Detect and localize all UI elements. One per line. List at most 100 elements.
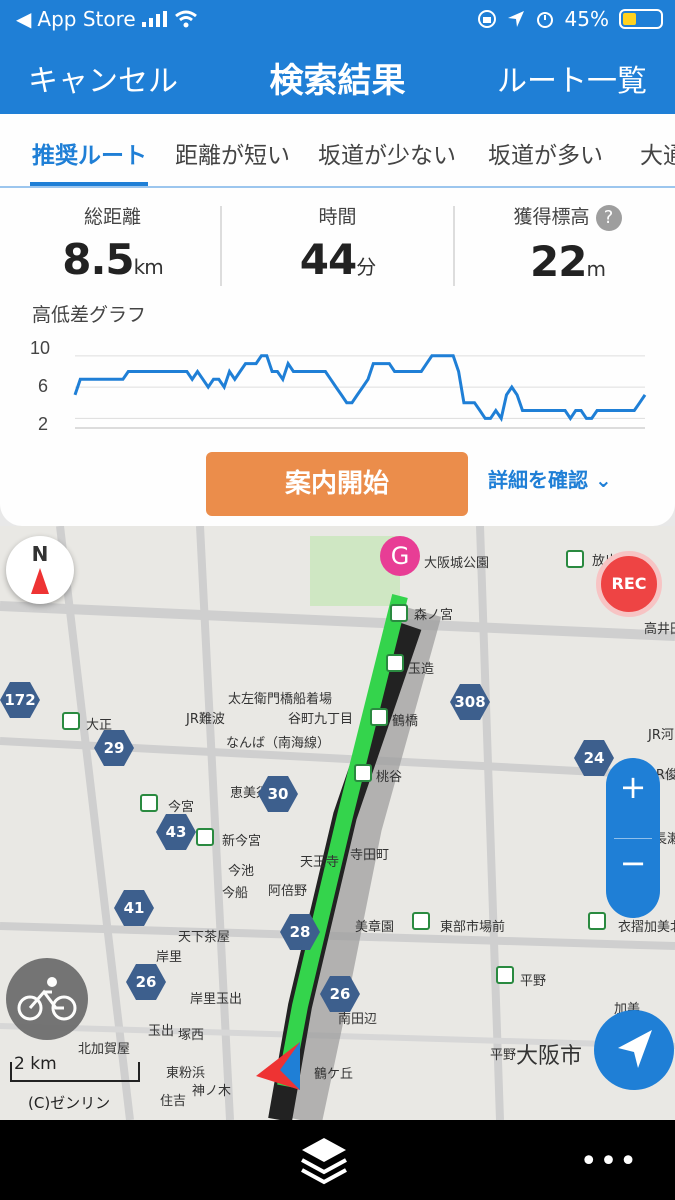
map-label: 玉造: [408, 662, 435, 677]
signal-icon: [141, 11, 167, 27]
battery-icon: [619, 9, 663, 29]
rec-button[interactable]: REC: [596, 551, 662, 617]
location-icon: [507, 11, 524, 27]
route-tabs: 推奨ルート 距離が短い 坂道が少ない 坂道が多い 大通: [0, 114, 675, 188]
map-label: 大阪城公園: [424, 556, 490, 571]
map-label: 今池: [228, 864, 255, 879]
station-icon: [386, 654, 404, 672]
map-label: 今船: [222, 886, 249, 901]
map-label: JR難波: [186, 712, 225, 727]
start-guidance-button[interactable]: 案内開始: [206, 452, 468, 516]
tab-least-slope[interactable]: 坂道が少ない: [318, 136, 456, 170]
map-view[interactable]: G 大阪城公園 森ノ宮 玉造 鶴橋 桃谷 寺田町 天王寺 美章園 南田辺 鶴ケ丘…: [0, 526, 675, 1120]
help-icon[interactable]: ?: [595, 204, 622, 231]
route-list-button[interactable]: ルート一覧: [497, 56, 647, 100]
bike-mode-button[interactable]: [6, 958, 88, 1040]
time-unit: 分: [356, 255, 376, 279]
y-tick-label: 2: [38, 414, 48, 434]
orientation-lock-icon: [477, 10, 496, 28]
station-icon: [354, 764, 372, 782]
map-label: 谷町九丁目: [288, 712, 354, 727]
elevation-stat: 獲得標高? 22m: [455, 202, 675, 286]
map-label: 東部市場前: [440, 920, 506, 935]
map-label: 鶴橋: [392, 714, 419, 729]
details-button[interactable]: 詳細を確認 ⌄: [488, 464, 612, 493]
station-icon: [566, 550, 584, 568]
cancel-button[interactable]: キャンセル: [28, 56, 178, 100]
locate-arrow-icon: [618, 1030, 652, 1068]
station-icon: [196, 828, 214, 846]
zoom-divider: [614, 838, 652, 839]
map-label: 岸里玉出: [190, 992, 243, 1007]
graph-title: 高低差グラフ: [32, 304, 147, 326]
time-label: 時間: [318, 206, 357, 228]
time-stat: 時間 44分: [225, 202, 450, 284]
elevation-value: 22: [530, 236, 587, 286]
map-label: 美章園: [355, 920, 395, 935]
distance-label: 総距離: [83, 206, 141, 228]
map-label: 鶴ケ丘: [314, 1067, 354, 1082]
map-label: 住吉: [160, 1094, 187, 1109]
layers-icon[interactable]: [296, 1134, 352, 1186]
zoom-in-icon[interactable]: +: [606, 768, 660, 806]
compass-arrow: [31, 568, 49, 594]
bottom-bar: •••: [0, 1120, 675, 1200]
copyright: (C)ゼンリン: [28, 1094, 111, 1112]
distance-value: 8.5: [62, 235, 134, 284]
map-label: 桃谷: [376, 770, 403, 785]
tab-most-slope[interactable]: 坂道が多い: [488, 136, 603, 170]
distance-stat: 総距離 8.5km: [0, 202, 225, 284]
status-bar: ◀ App Store 45%: [0, 0, 675, 38]
nav-bar: キャンセル 検索結果 ルート一覧: [0, 38, 675, 114]
station-icon: [412, 912, 430, 930]
tab-recommended[interactable]: 推奨ルート: [32, 136, 147, 170]
divider: [220, 206, 222, 286]
battery-percent: 45%: [564, 7, 609, 31]
y-tick-label: 10: [30, 338, 50, 358]
goal-pin[interactable]: G: [380, 536, 420, 576]
zoom-out-icon[interactable]: −: [606, 844, 660, 882]
map-label: 寺田町: [350, 848, 390, 863]
map-label: 平野: [520, 974, 547, 989]
map-label: JR河: [648, 728, 674, 743]
map-label: 北加賀屋: [78, 1042, 131, 1057]
map-label: 神ノ木: [192, 1084, 232, 1099]
y-tick-label: 6: [38, 376, 48, 396]
map-roads: [0, 526, 675, 1120]
distance-unit: km: [133, 255, 164, 279]
active-tab-indicator: [30, 182, 148, 186]
map-label: 太左衛門橋船着場: [228, 692, 333, 707]
station-icon: [390, 604, 408, 622]
chevron-down-icon: ⌄: [594, 468, 612, 492]
wifi-icon: [174, 10, 197, 28]
map-label: 阿倍野: [268, 884, 308, 899]
map-label: 今宮: [168, 800, 195, 815]
map-label: 平野: [490, 1048, 517, 1063]
compass-north-label: N: [31, 542, 49, 566]
elevation-unit: m: [586, 256, 606, 281]
tab-shortest[interactable]: 距離が短い: [175, 136, 290, 170]
map-label: 天下茶屋: [178, 930, 231, 945]
more-icon[interactable]: •••: [580, 1144, 639, 1179]
map-label: 大阪市: [516, 1044, 583, 1069]
map-label: なんば（南海線）: [226, 736, 331, 751]
time-value: 44: [299, 235, 357, 284]
back-app-label: App Store: [37, 7, 136, 31]
tab-main-road[interactable]: 大通: [640, 136, 675, 170]
back-arrow-icon: ◀: [16, 7, 32, 31]
back-to-app[interactable]: ◀ App Store: [16, 7, 198, 31]
map-label: 岸里: [156, 950, 183, 965]
compass-icon[interactable]: N: [6, 536, 74, 604]
station-icon: [140, 794, 158, 812]
scale-label: 2 km: [14, 1054, 57, 1074]
elevation-graph: 10 6 2: [30, 338, 647, 434]
details-label: 詳細を確認: [488, 468, 588, 492]
station-icon: [588, 912, 606, 930]
map-label: 高井田: [644, 622, 675, 637]
map-label: 東粉浜: [166, 1066, 206, 1081]
locate-button[interactable]: [594, 1010, 674, 1090]
map-label: 森ノ宮: [414, 608, 454, 623]
station-icon: [496, 966, 514, 984]
zoom-control: + −: [606, 758, 660, 918]
map-label: 天王寺: [300, 855, 340, 870]
